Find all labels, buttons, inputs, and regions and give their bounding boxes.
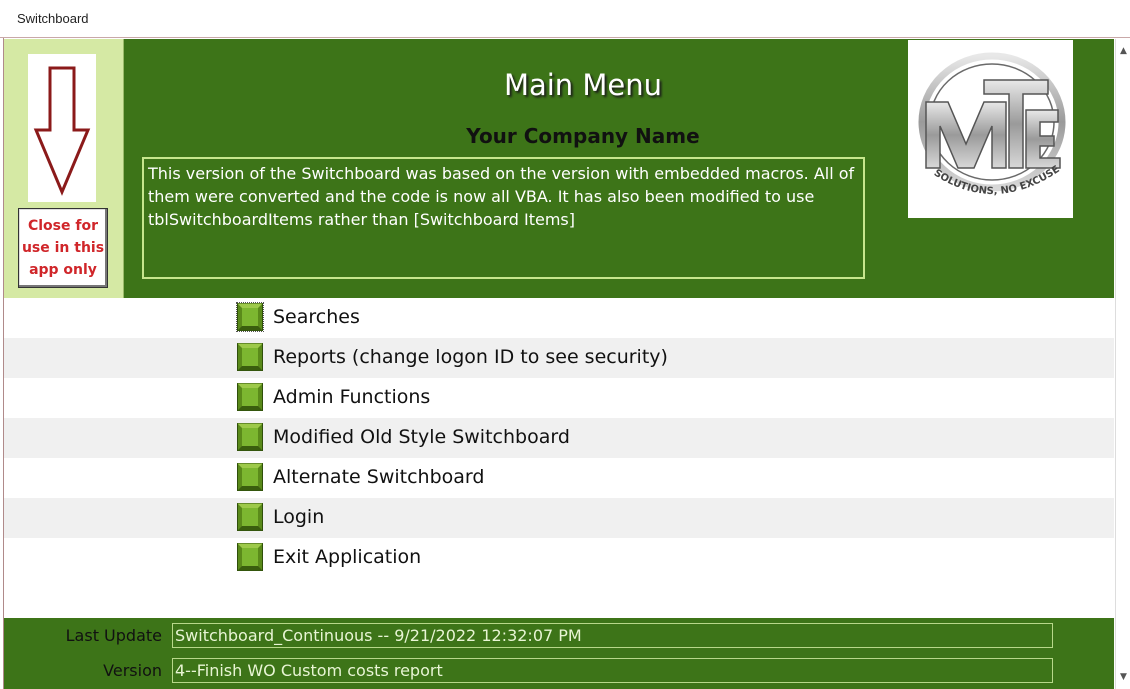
- menu-item-label[interactable]: Searches: [273, 306, 360, 328]
- menu-item-searches[interactable]: Searches: [4, 298, 1114, 338]
- company-logo: SOLUTIONS, NO EXCUSES.: [904, 32, 1073, 218]
- page-title: Main Menu: [503, 68, 663, 102]
- menu-item-admin-functions[interactable]: Admin Functions: [4, 378, 1114, 418]
- footer-section: Last Update Switchboard_Continuous -- 9/…: [4, 618, 1114, 689]
- window-tab-title[interactable]: Switchboard: [17, 11, 89, 26]
- menu-item-reports[interactable]: Reports (change logon ID to see security…: [4, 338, 1114, 378]
- menu-item-label[interactable]: Admin Functions: [273, 386, 430, 408]
- down-arrow-icon: [33, 66, 91, 196]
- green-square-button-icon[interactable]: [236, 302, 264, 332]
- arrow-box: [28, 54, 96, 202]
- green-square-button-icon[interactable]: [237, 463, 263, 491]
- menu-item-label[interactable]: Login: [273, 506, 324, 528]
- menu-item-login[interactable]: Login: [4, 498, 1114, 538]
- menu-item-label[interactable]: Reports (change logon ID to see security…: [273, 346, 668, 368]
- menu-item-label[interactable]: Alternate Switchboard: [273, 466, 484, 488]
- last-update-label: Last Update: [65, 626, 162, 645]
- green-square-button-icon[interactable]: [237, 383, 263, 411]
- menu-item-label[interactable]: Exit Application: [273, 546, 421, 568]
- green-square-button-icon[interactable]: [237, 503, 263, 531]
- vertical-scrollbar[interactable]: ▲ ▼: [1115, 39, 1130, 689]
- version-label: Version: [103, 661, 162, 680]
- chevron-up-icon[interactable]: ▲: [1118, 45, 1129, 57]
- close-button[interactable]: Close for use in this app only: [18, 208, 108, 288]
- mte-logo-icon: SOLUTIONS, NO EXCUSES.: [904, 32, 1066, 197]
- description-box: This version of the Switchboard was base…: [142, 157, 865, 279]
- green-square-button-icon[interactable]: [237, 343, 263, 371]
- version-field[interactable]: 4--Finish WO Custom costs report: [172, 658, 1053, 683]
- last-update-field[interactable]: Switchboard_Continuous -- 9/21/2022 12:3…: [172, 623, 1053, 648]
- chevron-down-icon[interactable]: ▼: [1118, 671, 1129, 683]
- window-titlebar: Switchboard: [0, 0, 1130, 38]
- menu-item-alternate-switchboard[interactable]: Alternate Switchboard: [4, 458, 1114, 498]
- company-name: Your Company Name: [466, 124, 700, 148]
- menu-item-exit-application[interactable]: Exit Application: [4, 538, 1114, 578]
- menu-item-modified-old-style[interactable]: Modified Old Style Switchboard: [4, 418, 1114, 458]
- green-square-button-icon[interactable]: [237, 543, 263, 571]
- green-square-button-icon[interactable]: [237, 423, 263, 451]
- menu-item-label[interactable]: Modified Old Style Switchboard: [273, 426, 570, 448]
